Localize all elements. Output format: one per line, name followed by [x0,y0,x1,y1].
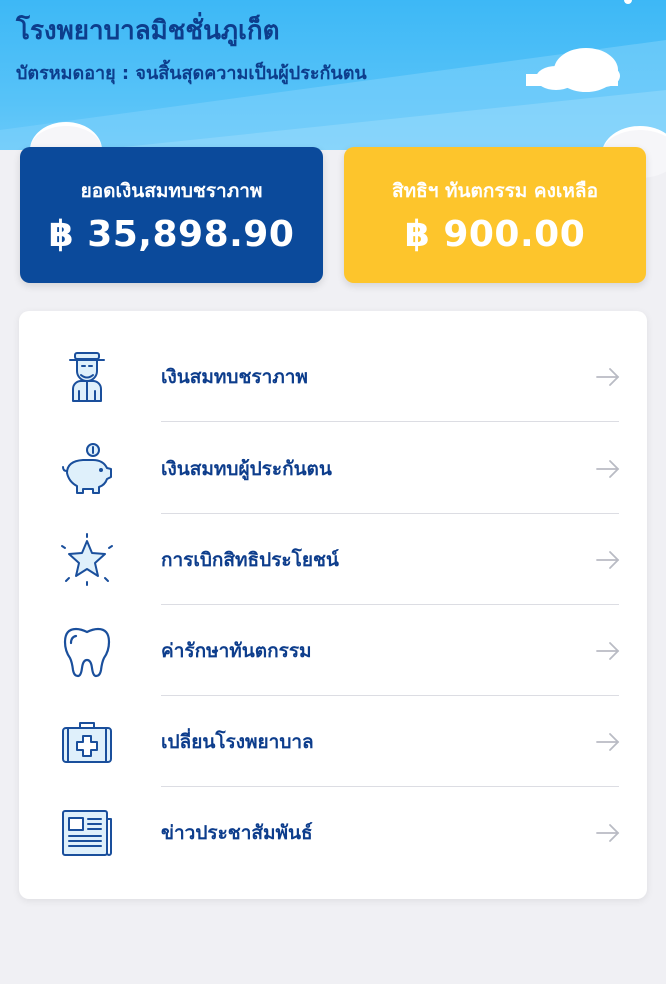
dental-balance-amount: ฿ 900.00 [404,213,586,255]
dental-balance-card[interactable]: สิทธิฯ ทันตกรรม คงเหลือ ฿ 900.00 [344,147,646,283]
menu-item-label: เงินสมทบชราภาพ [161,365,308,388]
tooth-icon [63,627,111,678]
divider [161,421,619,422]
arrow-right-icon [596,733,620,751]
arrow-right-icon [596,460,620,478]
screen: โรงพยาบาลมิชชั่นภูเก็ต บัตรหมดอายุ : จนส… [0,0,666,984]
arrow-right-icon [596,368,620,386]
elderly-contribution-label: ยอดเงินสมทบชราภาพ [80,179,263,202]
menu-item-news[interactable]: ข่าวประชาสัมพันธ์ [19,787,647,878]
arrow-right-icon [596,824,620,842]
menu-item-change-hospital[interactable]: เปลี่ยนโรงพยาบาล [19,696,647,787]
dental-balance-label: สิทธิฯ ทันตกรรม คงเหลือ [392,179,598,202]
piggy-bank-icon [62,443,112,494]
menu-item-benefit-claim[interactable]: การเบิกสิทธิประโยชน์ [19,514,647,605]
elderly-contribution-amount: ฿ 35,898.90 [48,213,295,255]
menu-item-label: เปลี่ยนโรงพยาบาล [161,730,314,753]
card-expiry-text: บัตรหมดอายุ : จนสิ้นสุดความเป็นผู้ประกัน… [16,63,367,84]
star-icon [61,533,113,586]
menu-item-label: ข่าวประชาสัมพันธ์ [161,821,313,844]
service-menu: เงินสมทบชราภาพ เงินสมทบผู้ประกันตน การเบ… [19,311,647,899]
hospital-name: โรงพยาบาลมิชชั่นภูเก็ต [16,16,280,46]
medical-kit-icon [62,722,112,763]
arrow-right-icon [596,642,620,660]
elderly-man-icon [69,352,105,402]
menu-item-dental-treatment[interactable]: ค่ารักษาทันตกรรม [19,605,647,696]
menu-item-label: ค่ารักษาทันตกรรม [161,639,312,662]
arrow-right-icon [596,551,620,569]
menu-item-insured-contribution[interactable]: เงินสมทบผู้ประกันตน [19,423,647,514]
newspaper-icon [62,810,112,856]
menu-item-label: การเบิกสิทธิประโยชน์ [161,548,339,571]
elderly-contribution-card[interactable]: ยอดเงินสมทบชราภาพ ฿ 35,898.90 [20,147,323,283]
menu-item-label: เงินสมทบผู้ประกันตน [161,457,332,480]
menu-item-elderly-contribution[interactable]: เงินสมทบชราภาพ [19,331,647,422]
